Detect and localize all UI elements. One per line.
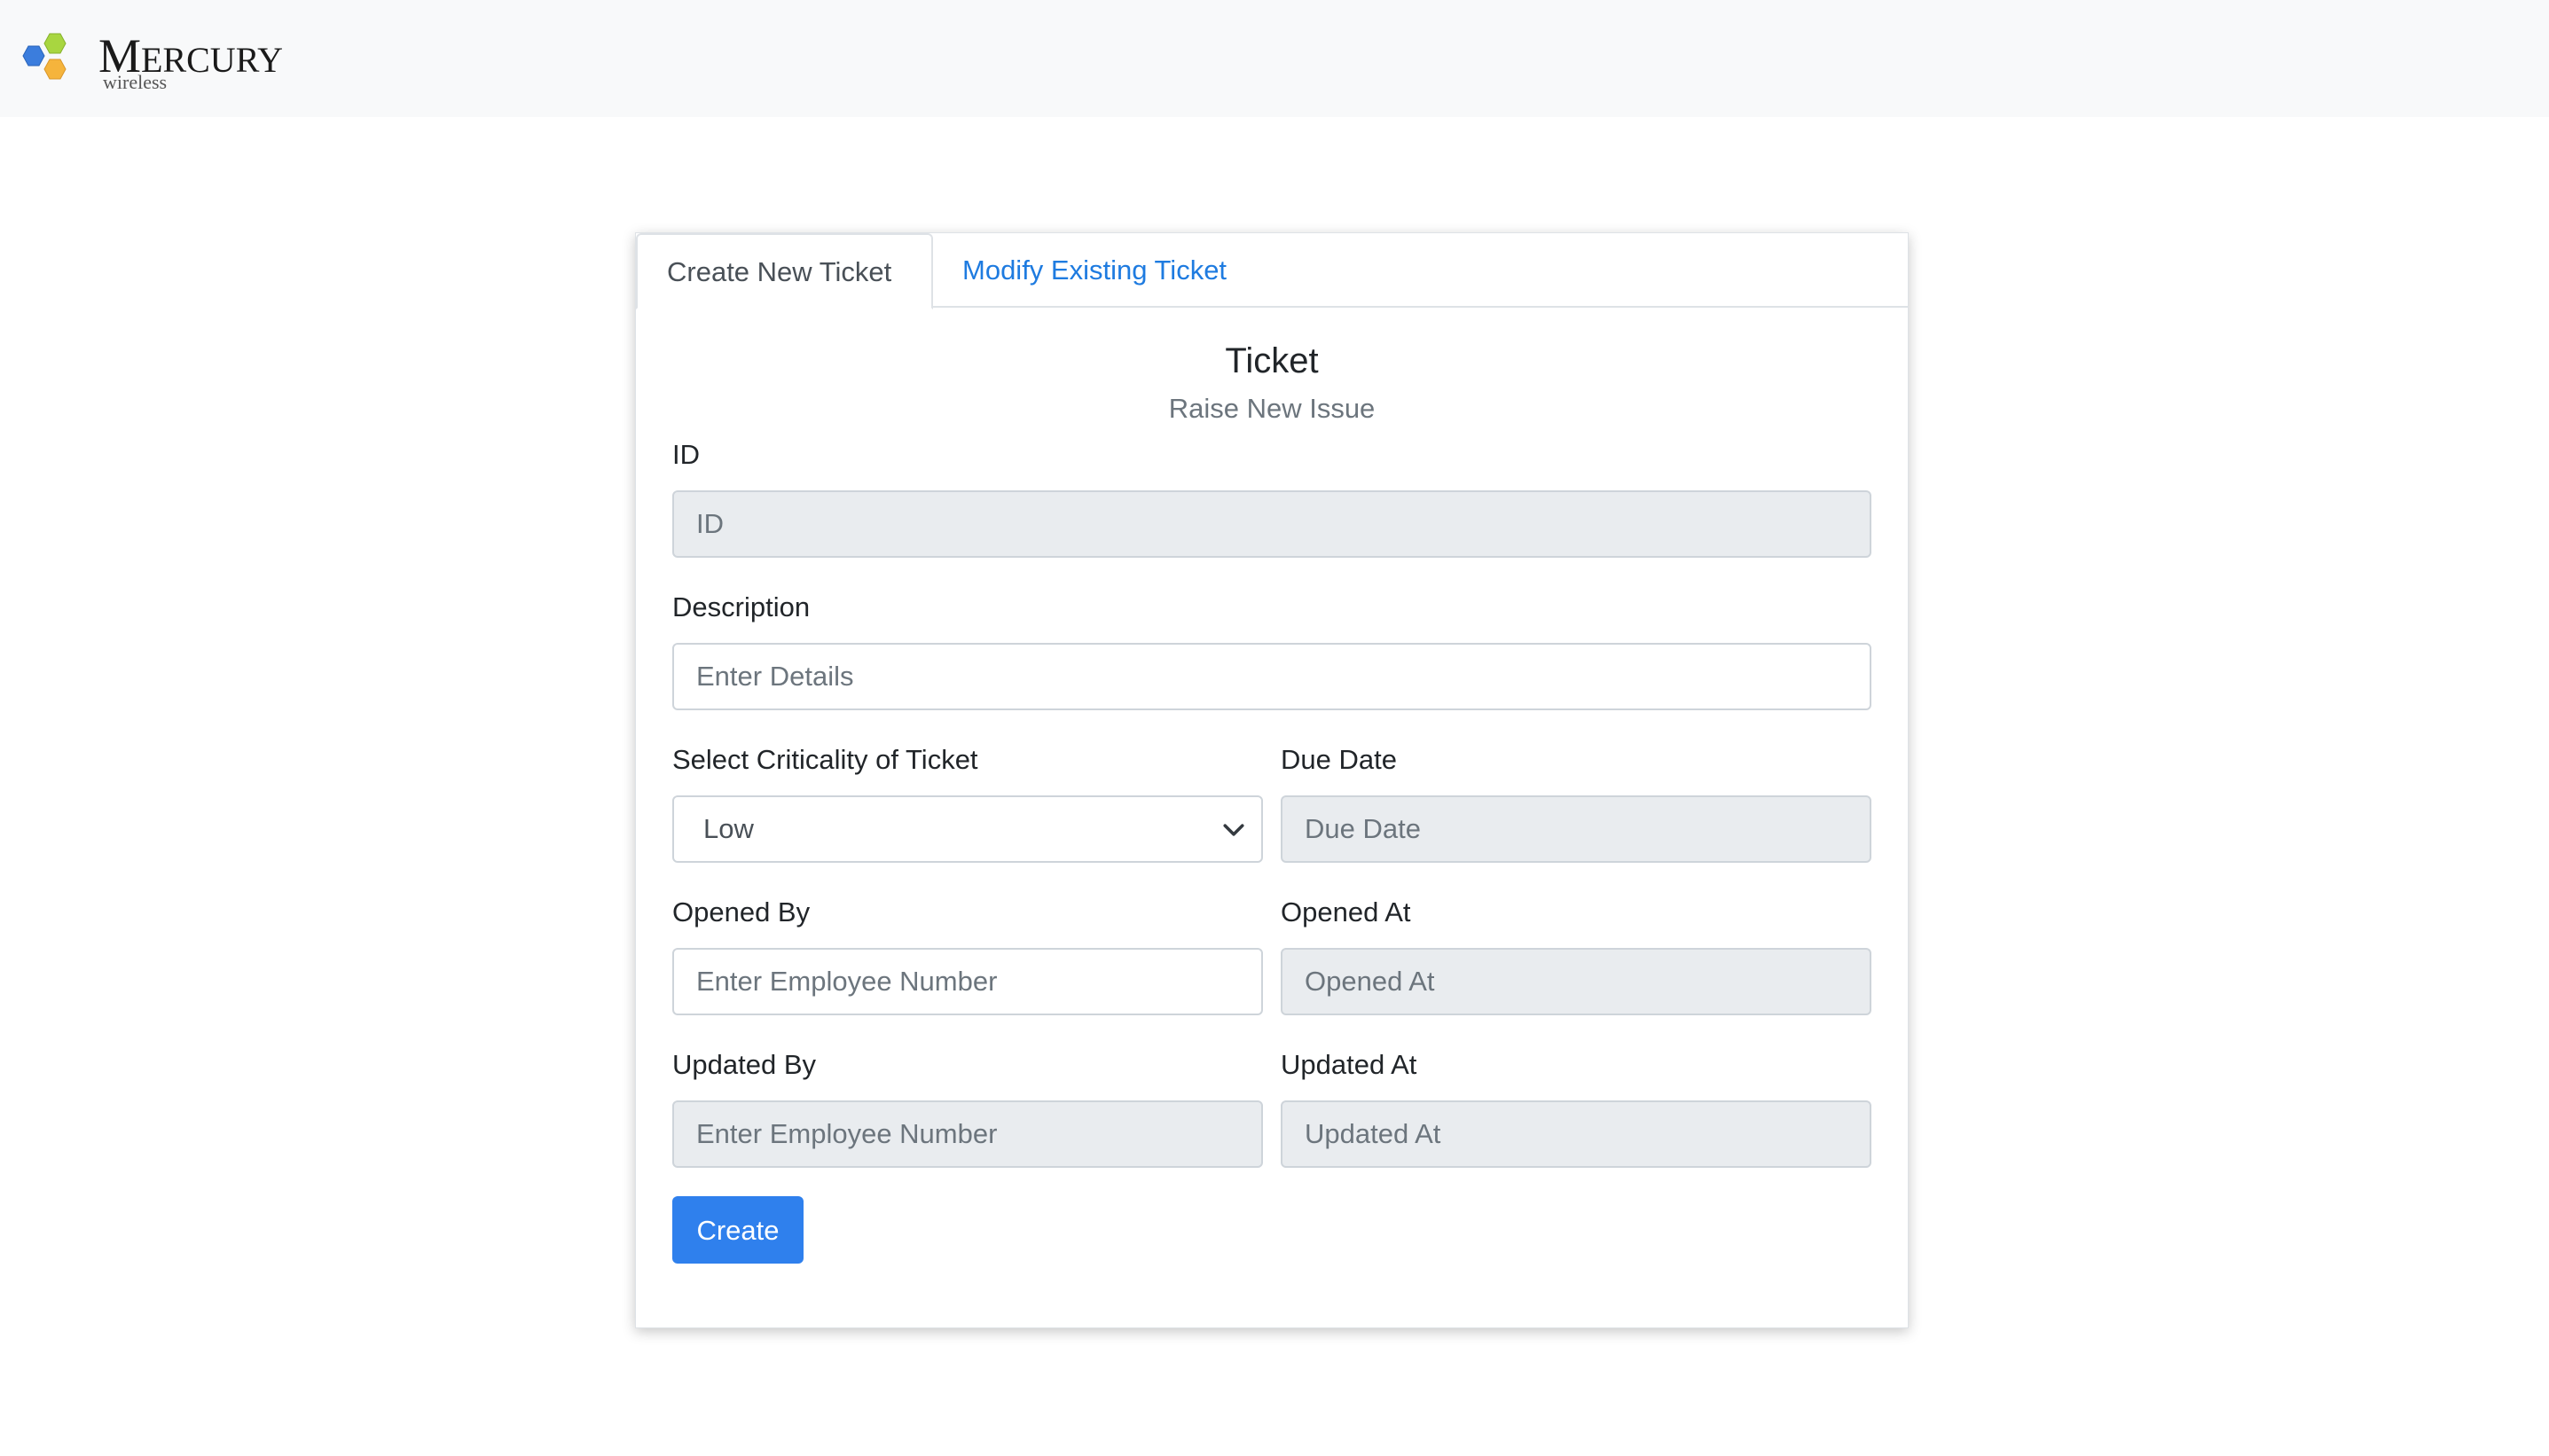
updated-at-input[interactable] <box>1281 1100 1871 1168</box>
updated-by-label: Updated By <box>672 1049 816 1080</box>
tab-modify-existing-ticket[interactable]: Modify Existing Ticket <box>933 233 1256 309</box>
description-label: Description <box>672 591 811 622</box>
opened-by-label: Opened By <box>672 896 811 928</box>
opened-by-input[interactable] <box>672 948 1263 1015</box>
create-button[interactable]: Create <box>672 1196 804 1264</box>
top-navbar: MERCURY wireless <box>0 0 2549 117</box>
form-title: Ticket <box>1225 341 1319 380</box>
mercury-logo[interactable]: MERCURY wireless <box>21 20 305 99</box>
id-input[interactable] <box>672 490 1871 558</box>
opened-at-input[interactable] <box>1281 948 1871 1015</box>
tab-create-new-ticket[interactable]: Create New Ticket <box>636 233 933 309</box>
logo-subtitle: wireless <box>103 71 168 93</box>
chevron-down-icon <box>1223 824 1244 836</box>
opened-at-label: Opened At <box>1281 896 1411 928</box>
updated-at-label: Updated At <box>1281 1049 1417 1080</box>
criticality-selected-value: Low <box>703 813 754 844</box>
criticality-label: Select Criticality of Ticket <box>672 744 978 775</box>
id-label: ID <box>672 439 700 470</box>
hexagon-cluster-icon <box>22 33 67 80</box>
updated-by-input[interactable] <box>672 1100 1263 1168</box>
due-date-input[interactable] <box>1281 795 1871 863</box>
form-subtitle: Raise New Issue <box>1168 393 1376 424</box>
tab-bar: Create New Ticket Modify Existing Ticket <box>636 233 1908 309</box>
description-input[interactable] <box>672 643 1871 710</box>
criticality-select[interactable]: Low <box>672 795 1263 863</box>
ticket-card: Create New Ticket Modify Existing Ticket… <box>635 232 1909 1328</box>
due-date-label: Due Date <box>1281 744 1397 775</box>
